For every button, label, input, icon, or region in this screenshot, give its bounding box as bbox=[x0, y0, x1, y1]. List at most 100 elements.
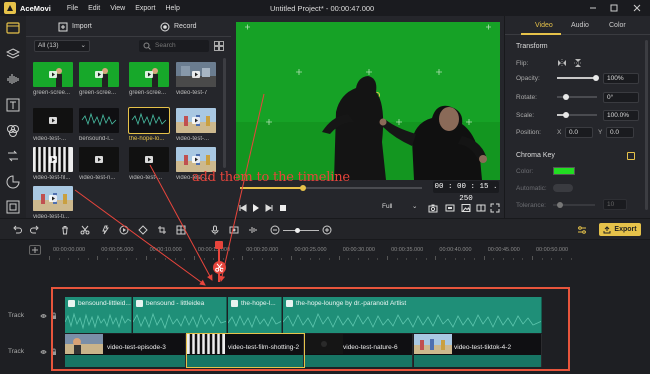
stop-icon[interactable] bbox=[278, 203, 288, 213]
chroma-key-checkbox[interactable] bbox=[627, 152, 635, 160]
mosaic-icon[interactable] bbox=[176, 225, 186, 235]
voiceover-icon[interactable] bbox=[248, 225, 258, 235]
compare-icon[interactable] bbox=[476, 203, 486, 213]
timeline-zoom-handle[interactable] bbox=[295, 228, 300, 233]
chroma-key-header: Chroma Key bbox=[516, 152, 555, 159]
position-x-field[interactable]: 0.0 bbox=[565, 127, 593, 138]
media-scrollbar[interactable] bbox=[223, 58, 226, 168]
filters-icon[interactable] bbox=[6, 124, 20, 138]
tab-video[interactable]: Video bbox=[535, 22, 553, 29]
adjust-icon[interactable] bbox=[138, 225, 148, 235]
scale-value-field[interactable]: 100.0% bbox=[603, 110, 639, 121]
tab-audio[interactable]: Audio bbox=[571, 22, 589, 29]
minimize-icon[interactable] bbox=[588, 3, 598, 13]
media-thumbnail[interactable] bbox=[79, 147, 119, 172]
ruler-tick bbox=[503, 258, 505, 260]
menu-help[interactable]: Help bbox=[165, 5, 179, 12]
position-y-field[interactable]: 0.0 bbox=[606, 127, 634, 138]
templates-icon[interactable] bbox=[6, 200, 20, 214]
screen-record-icon[interactable] bbox=[229, 225, 239, 235]
ruler-tick bbox=[377, 258, 379, 260]
close-icon[interactable] bbox=[632, 3, 642, 13]
scale-slider-handle[interactable] bbox=[563, 112, 569, 118]
step-forward-icon[interactable] bbox=[264, 203, 274, 213]
playback-progress-handle[interactable] bbox=[300, 185, 306, 191]
export-button[interactable]: Export bbox=[599, 223, 641, 236]
flip-horizontal-icon[interactable] bbox=[557, 58, 567, 68]
media-thumbnail[interactable] bbox=[176, 108, 216, 133]
crop-screen-icon[interactable] bbox=[445, 203, 455, 213]
scissors-icon[interactable] bbox=[213, 261, 226, 274]
grid-view-icon[interactable] bbox=[214, 41, 224, 51]
flip-vertical-icon[interactable] bbox=[573, 58, 583, 68]
undo-icon[interactable] bbox=[12, 225, 22, 235]
media-thumbnail[interactable] bbox=[79, 108, 119, 133]
playhead-handle[interactable] bbox=[215, 241, 223, 249]
media-thumbnail[interactable] bbox=[176, 62, 216, 87]
chroma-color-swatch[interactable] bbox=[553, 167, 575, 175]
tab-color[interactable]: Color bbox=[609, 22, 626, 29]
media-thumbnail[interactable] bbox=[33, 62, 73, 87]
media-item-label: green-scree... bbox=[129, 90, 167, 96]
media-thumbnail[interactable] bbox=[129, 147, 169, 172]
fullscreen-icon[interactable] bbox=[490, 203, 500, 213]
add-track-button[interactable] bbox=[29, 245, 41, 255]
rotate-value-field[interactable]: 0° bbox=[603, 92, 639, 103]
opacity-value-field[interactable]: 100% bbox=[603, 73, 639, 84]
tolerance-value-field[interactable]: 10 bbox=[603, 199, 627, 210]
settings-sliders-icon[interactable] bbox=[577, 225, 587, 235]
media-thumbnail[interactable] bbox=[33, 186, 73, 211]
ruler-tick bbox=[309, 258, 311, 260]
media-thumbnail[interactable] bbox=[33, 147, 73, 172]
ruler-tick bbox=[232, 258, 234, 260]
snapshot-icon[interactable] bbox=[428, 203, 438, 213]
text-icon[interactable] bbox=[6, 98, 20, 112]
record-button[interactable]: Record bbox=[160, 20, 197, 33]
ruler-tick bbox=[560, 258, 562, 260]
tolerance-slider-handle[interactable] bbox=[557, 202, 563, 208]
step-back-icon[interactable] bbox=[238, 203, 248, 213]
trim-icon[interactable] bbox=[157, 225, 167, 235]
zoom-out-icon[interactable] bbox=[270, 225, 280, 235]
media-thumbnail[interactable] bbox=[79, 62, 119, 87]
automatic-toggle[interactable] bbox=[553, 184, 573, 192]
layers-icon[interactable] bbox=[6, 47, 20, 61]
media-thumbnail[interactable] bbox=[33, 108, 73, 133]
elements-icon[interactable] bbox=[6, 175, 20, 189]
green-screen-scene bbox=[236, 22, 500, 180]
media-filter-dropdown[interactable]: All (13) ⌄ bbox=[34, 40, 90, 52]
redo-icon[interactable] bbox=[30, 225, 40, 235]
audio-icon[interactable] bbox=[6, 72, 20, 86]
transitions-icon[interactable] bbox=[6, 149, 20, 163]
zoom-in-icon[interactable] bbox=[322, 225, 332, 235]
media-icon[interactable] bbox=[6, 21, 20, 35]
microphone-icon[interactable] bbox=[210, 225, 220, 235]
opacity-slider-handle[interactable] bbox=[593, 75, 599, 81]
timeline-zoom-slider[interactable] bbox=[283, 230, 319, 231]
search-input[interactable]: Search bbox=[139, 40, 209, 52]
speed-icon[interactable] bbox=[100, 225, 110, 235]
split-icon[interactable] bbox=[80, 225, 90, 235]
menu-file[interactable]: File bbox=[67, 5, 78, 12]
rotate-slider-handle[interactable] bbox=[563, 94, 569, 100]
media-thumbnail[interactable] bbox=[129, 62, 169, 87]
preview-zoom-select[interactable]: Full ⌄ bbox=[382, 203, 422, 213]
properties-scrollbar[interactable] bbox=[645, 40, 648, 210]
media-thumbnail[interactable] bbox=[128, 107, 170, 134]
import-button[interactable]: Import bbox=[58, 20, 92, 33]
ruler-tick bbox=[329, 258, 331, 260]
menu-edit[interactable]: Edit bbox=[88, 5, 100, 12]
ruler-tick bbox=[406, 258, 408, 260]
maximize-icon[interactable] bbox=[609, 3, 619, 13]
import-label: Import bbox=[72, 23, 92, 30]
delete-icon[interactable] bbox=[60, 225, 70, 235]
ruler-tick bbox=[174, 258, 176, 260]
crop-icon[interactable] bbox=[119, 225, 129, 235]
ruler-label: 00:00:30.000 bbox=[342, 247, 375, 253]
media-thumbnail[interactable] bbox=[176, 147, 216, 172]
menu-view[interactable]: View bbox=[110, 5, 125, 12]
play-icon[interactable] bbox=[251, 203, 261, 213]
menu-export[interactable]: Export bbox=[135, 5, 155, 12]
picture-icon[interactable] bbox=[461, 203, 471, 213]
video-preview bbox=[236, 22, 500, 180]
